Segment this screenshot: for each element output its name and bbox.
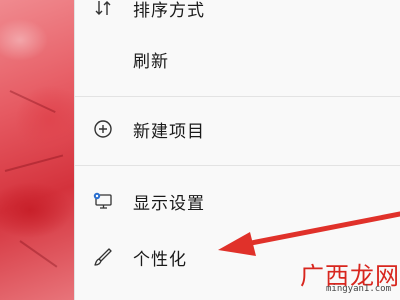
menu-item-label: 新建项目 [133, 121, 205, 142]
add-circle-icon [91, 117, 115, 141]
desktop-wallpaper [0, 0, 74, 300]
brush-icon [91, 245, 115, 269]
menu-separator [75, 96, 400, 97]
menu-separator [75, 165, 400, 166]
menu-item-sort[interactable]: 排序方式 [75, 0, 400, 30]
sort-icon [91, 0, 115, 20]
menu-item-label: 个性化 [133, 249, 187, 270]
menu-item-label: 显示设置 [133, 193, 205, 214]
watermark-url: mingyan1.com [326, 284, 392, 294]
menu-item-label: 排序方式 [133, 0, 205, 21]
menu-item-refresh[interactable]: 刷新 [75, 37, 400, 81]
menu-item-label: 刷新 [133, 51, 169, 72]
context-menu: 排序方式 刷新 新建项目 显示设置 个性化 [74, 0, 400, 300]
menu-item-display-settings[interactable]: 显示设置 [75, 179, 400, 223]
menu-item-new[interactable]: 新建项目 [75, 107, 400, 151]
display-settings-icon [91, 189, 115, 213]
